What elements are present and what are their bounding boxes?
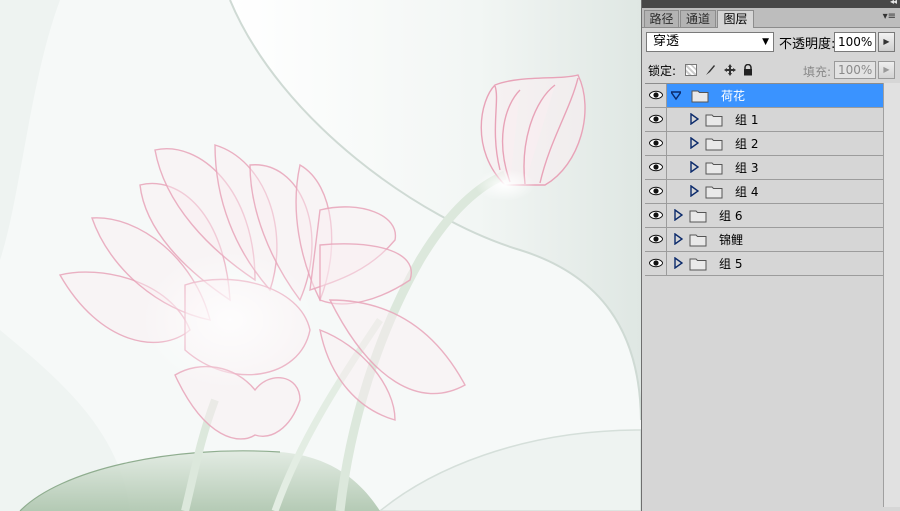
folder-icon bbox=[691, 90, 709, 103]
opacity-label: 不透明度: bbox=[779, 37, 836, 52]
eye-icon bbox=[649, 138, 663, 148]
layer-main[interactable]: 组 6 bbox=[667, 204, 883, 227]
blend-mode-select[interactable]: 穿透 ▼ bbox=[646, 32, 774, 52]
layer-main[interactable]: 组 1 bbox=[667, 108, 883, 131]
visibility-toggle[interactable] bbox=[645, 228, 667, 251]
layer-name: 组 4 bbox=[735, 185, 759, 199]
eye-icon bbox=[649, 186, 663, 196]
layer-main[interactable]: 组 4 bbox=[667, 180, 883, 203]
folder-icon bbox=[689, 210, 707, 223]
layer-name: 组 1 bbox=[735, 113, 759, 127]
tab-channels[interactable]: 通道 bbox=[680, 10, 716, 27]
layer-main[interactable]: 组 2 bbox=[667, 132, 883, 155]
layer-list-scrollbar[interactable] bbox=[883, 83, 900, 507]
lock-row: 锁定: 填充: 100% ▶ bbox=[642, 58, 900, 81]
visibility-toggle[interactable] bbox=[645, 132, 667, 155]
layer-name: 组 2 bbox=[735, 137, 759, 151]
collapse-triangle-icon[interactable] bbox=[689, 185, 699, 197]
visibility-toggle[interactable] bbox=[645, 204, 667, 227]
eye-icon bbox=[649, 210, 663, 220]
tab-paths[interactable]: 路径 bbox=[644, 10, 679, 27]
collapse-panel-icon[interactable]: ◂◂ bbox=[890, 0, 897, 6]
lock-position-icon[interactable] bbox=[724, 64, 736, 76]
panel-title-strip: ◂◂ bbox=[642, 0, 900, 8]
eye-icon bbox=[649, 114, 663, 124]
panel-tab-bar: 路径 通道 图层 ▾≡ bbox=[642, 8, 900, 28]
layer-main[interactable]: 组 5 bbox=[667, 252, 883, 275]
layer-row[interactable]: 组 2 bbox=[645, 132, 883, 156]
dropdown-arrow-icon: ▼ bbox=[762, 37, 769, 47]
eye-icon bbox=[649, 258, 663, 268]
blend-mode-value: 穿透 bbox=[653, 34, 680, 49]
fill-label: 填充: bbox=[803, 65, 832, 79]
folder-icon bbox=[689, 234, 707, 247]
folder-icon bbox=[705, 162, 723, 175]
lock-transparent-pixels-icon[interactable] bbox=[685, 64, 697, 76]
eye-icon bbox=[649, 162, 663, 172]
lock-all-icon[interactable] bbox=[742, 63, 754, 76]
layer-row[interactable]: 组 6 bbox=[645, 204, 883, 228]
visibility-toggle[interactable] bbox=[645, 180, 667, 203]
collapse-triangle-icon[interactable] bbox=[689, 161, 699, 173]
document-canvas[interactable] bbox=[0, 0, 641, 511]
layer-name: 组 6 bbox=[719, 209, 743, 223]
panel-menu-icon[interactable]: ▾≡ bbox=[883, 11, 896, 22]
lotus-artwork bbox=[0, 0, 641, 511]
visibility-toggle[interactable] bbox=[645, 156, 667, 179]
eye-icon bbox=[649, 90, 663, 100]
visibility-toggle[interactable] bbox=[645, 252, 667, 275]
layer-row[interactable]: 组 3 bbox=[645, 156, 883, 180]
eye-icon bbox=[649, 234, 663, 244]
layer-main[interactable]: 荷花 bbox=[667, 84, 883, 107]
lock-label: 锁定: bbox=[648, 64, 677, 78]
lock-image-pixels-icon[interactable] bbox=[704, 64, 716, 76]
layer-name: 组 5 bbox=[719, 257, 743, 271]
fill-input[interactable]: 100% bbox=[834, 61, 876, 79]
layer-name: 锦鲤 bbox=[719, 233, 744, 247]
layer-row[interactable]: 组 4 bbox=[645, 180, 883, 204]
tab-layers[interactable]: 图层 bbox=[717, 10, 754, 28]
folder-icon bbox=[705, 186, 723, 199]
collapse-triangle-icon[interactable] bbox=[689, 113, 699, 125]
layers-panel: ◂◂ 路径 通道 图层 ▾≡ 穿透 ▼ 不透明度: 100% ▶ 锁定: 填充:… bbox=[641, 0, 900, 511]
folder-icon bbox=[705, 114, 723, 127]
opacity-slider-button[interactable]: ▶ bbox=[878, 32, 895, 52]
layer-row[interactable]: 组 5 bbox=[645, 252, 883, 276]
collapse-triangle-icon[interactable] bbox=[673, 209, 683, 221]
layer-row[interactable]: 荷花 bbox=[645, 84, 883, 108]
visibility-toggle[interactable] bbox=[645, 108, 667, 131]
collapse-triangle-icon[interactable] bbox=[673, 257, 683, 269]
layer-name: 组 3 bbox=[735, 161, 759, 175]
opacity-input[interactable]: 100% bbox=[834, 32, 876, 52]
visibility-toggle[interactable] bbox=[645, 84, 667, 107]
layer-name: 荷花 bbox=[721, 89, 746, 103]
fill-slider-button[interactable]: ▶ bbox=[878, 61, 895, 79]
expand-triangle-icon[interactable] bbox=[671, 89, 681, 101]
layer-main[interactable]: 锦鲤 bbox=[667, 228, 883, 251]
collapse-triangle-icon[interactable] bbox=[689, 137, 699, 149]
collapse-triangle-icon[interactable] bbox=[673, 233, 683, 245]
layer-row[interactable]: 锦鲤 bbox=[645, 228, 883, 252]
layer-list: 荷花 组 1 组 2 组 3 组 4 组 6 锦鲤 组 5 bbox=[645, 83, 883, 508]
folder-icon bbox=[705, 138, 723, 151]
layer-main[interactable]: 组 3 bbox=[667, 156, 883, 179]
folder-icon bbox=[689, 258, 707, 271]
layer-row[interactable]: 组 1 bbox=[645, 108, 883, 132]
